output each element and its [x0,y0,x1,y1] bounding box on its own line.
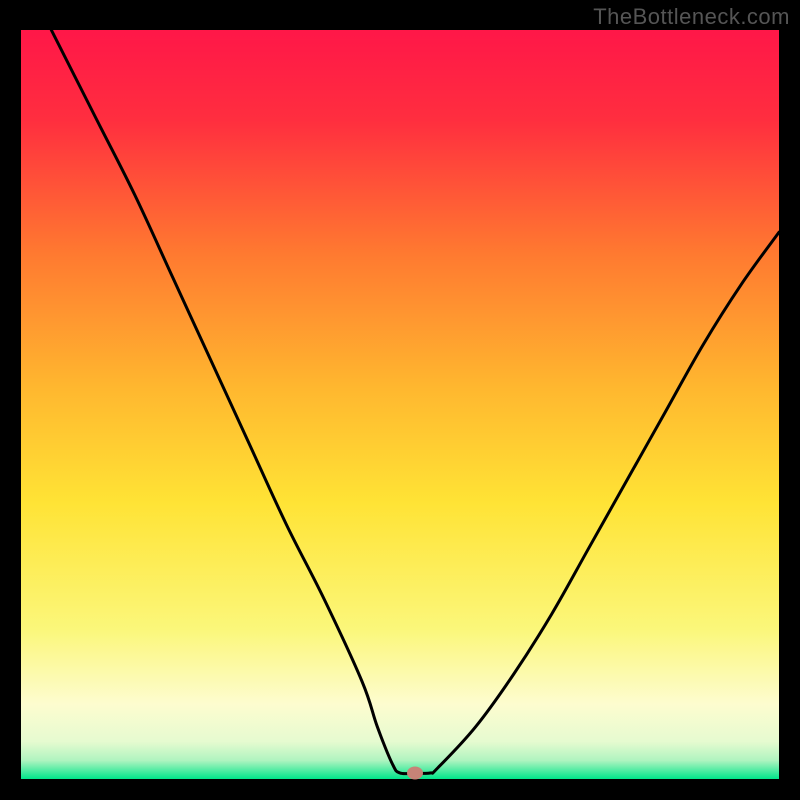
chart-frame: TheBottleneck.com [0,0,800,800]
chart-svg [21,30,779,779]
gradient-background [21,30,779,779]
watermark-text: TheBottleneck.com [593,4,790,30]
plot-area [21,30,779,779]
optimal-point-marker [407,767,423,780]
